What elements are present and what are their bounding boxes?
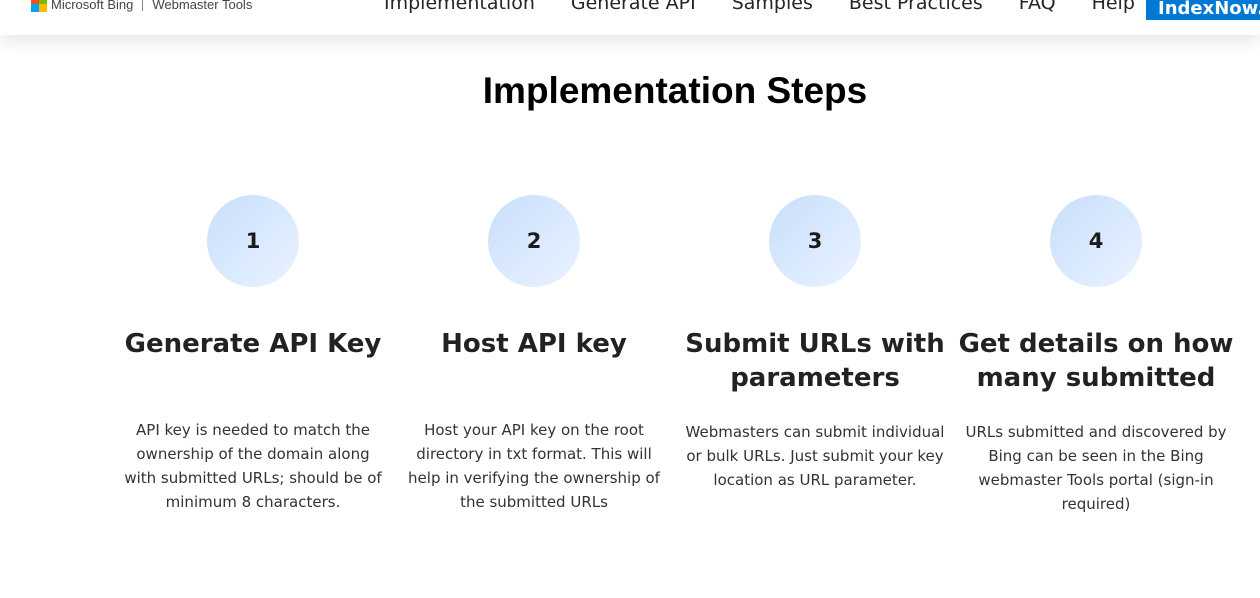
step-number-circle: 1 — [207, 195, 299, 287]
main-nav: Implementation Generate API Samples Best… — [384, 0, 1171, 18]
top-navigation-bar: Microsoft Bing Webmaster Tools Implement… — [0, 0, 1260, 35]
nav-help[interactable]: Help — [1092, 0, 1135, 14]
nav-implementation[interactable]: Implementation — [384, 0, 535, 14]
nav-generate-api[interactable]: Generate API — [571, 0, 696, 14]
section-title: Implementation Steps — [482, 70, 868, 111]
brand-divider — [142, 0, 144, 11]
step-card: 1 Generate API Key API key is needed to … — [113, 195, 393, 514]
nav-best-practices[interactable]: Best Practices — [849, 0, 983, 14]
step-number-circle: 3 — [769, 195, 861, 287]
step-card: 2 Host API key Host your API key on the … — [394, 195, 674, 514]
brand-name: Microsoft Bing — [51, 0, 134, 12]
brand[interactable]: Microsoft Bing Webmaster Tools — [31, 0, 252, 13]
microsoft-logo-icon — [31, 0, 47, 12]
step-title: Get details on how many submitted — [958, 329, 1234, 393]
step-description: URLs submitted and discovered by Bing ca… — [965, 423, 1227, 513]
step-description: Host your API key on the root directory … — [408, 421, 660, 511]
nav-samples[interactable]: Samples — [732, 0, 813, 14]
step-description: Webmasters can submit individual or bulk… — [685, 423, 945, 489]
step-title: Submit URLs with parameters — [685, 329, 945, 393]
step-number-circle: 4 — [1050, 195, 1142, 287]
step-description: API key is needed to match the ownership… — [124, 421, 382, 511]
step-title: Generate API Key — [124, 329, 382, 359]
step-card: 3 Submit URLs with parameters Webmasters… — [675, 195, 955, 492]
indexnow-button[interactable]: IndexNow.o — [1146, 0, 1260, 20]
step-number-circle: 2 — [488, 195, 580, 287]
nav-faq[interactable]: FAQ — [1019, 0, 1056, 14]
brand-product: Webmaster Tools — [152, 0, 253, 12]
step-title: Host API key — [441, 329, 627, 359]
step-card: 4 Get details on how many submitted URLs… — [956, 195, 1236, 516]
